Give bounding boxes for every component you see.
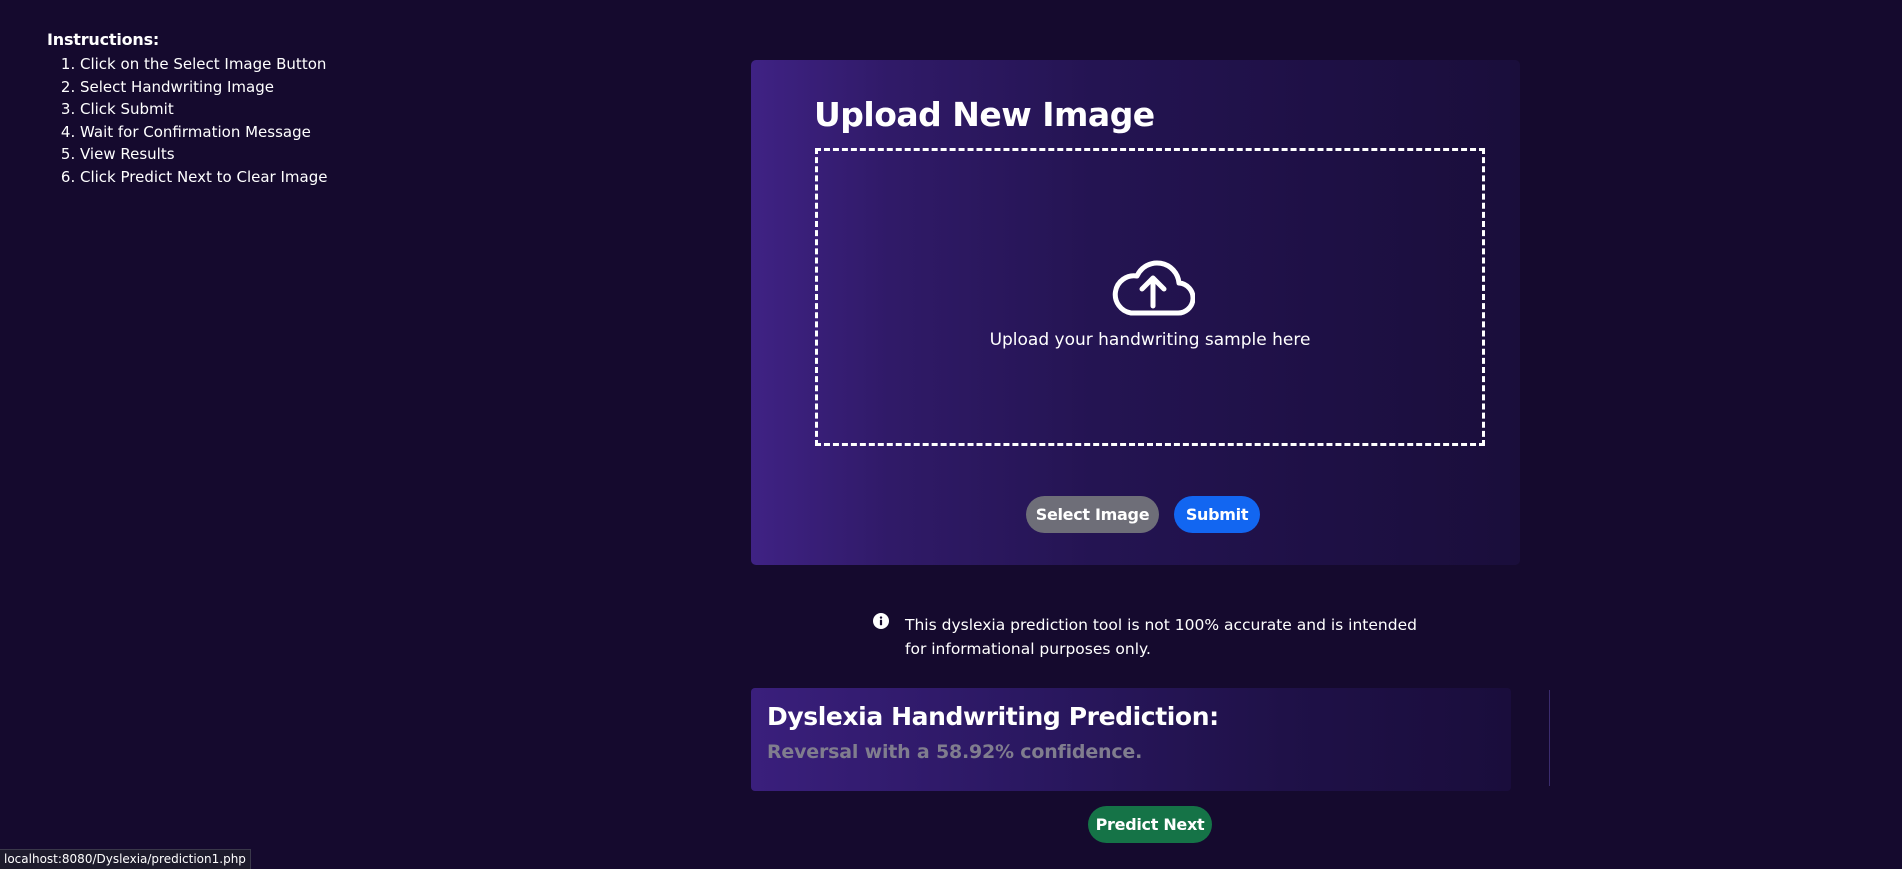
disclaimer-text: This dyslexia prediction tool is not 100… — [905, 616, 1417, 658]
upload-dropzone[interactable]: Upload your handwriting sample here — [815, 148, 1485, 446]
instructions-list: Click on the Select Image Button Select … — [47, 53, 327, 189]
instructions-panel: Instructions: Click on the Select Image … — [47, 30, 327, 189]
instruction-step: View Results — [80, 143, 327, 166]
instruction-step: Click on the Select Image Button — [80, 53, 327, 76]
prediction-result-card: Dyslexia Handwriting Prediction: Reversa… — [751, 688, 1511, 791]
instruction-step: Click Predict Next to Clear Image — [80, 166, 327, 189]
upload-title: Upload New Image — [814, 95, 1155, 134]
instructions-title: Instructions: — [47, 30, 160, 49]
cloud-upload-icon — [1112, 260, 1195, 316]
select-image-button[interactable]: Select Image — [1026, 496, 1159, 533]
upload-card: Upload New Image Upload your handwriting… — [751, 60, 1520, 565]
prediction-title: Dyslexia Handwriting Prediction: — [767, 702, 1219, 731]
instruction-step: Click Submit — [80, 98, 327, 121]
info-icon — [873, 613, 889, 629]
predict-next-button[interactable]: Predict Next — [1088, 806, 1212, 843]
page: Instructions: Click on the Select Image … — [0, 0, 1902, 869]
result-divider — [1549, 690, 1550, 786]
instruction-step: Select Handwriting Image — [80, 76, 327, 99]
dropzone-text: Upload your handwriting sample here — [989, 330, 1311, 350]
instruction-step: Wait for Confirmation Message — [80, 121, 327, 144]
submit-button[interactable]: Submit — [1174, 496, 1260, 533]
status-bar-url: localhost:8080/Dyslexia/prediction1.php — [0, 849, 251, 869]
prediction-result: Reversal with a 58.92% confidence. — [767, 741, 1143, 763]
